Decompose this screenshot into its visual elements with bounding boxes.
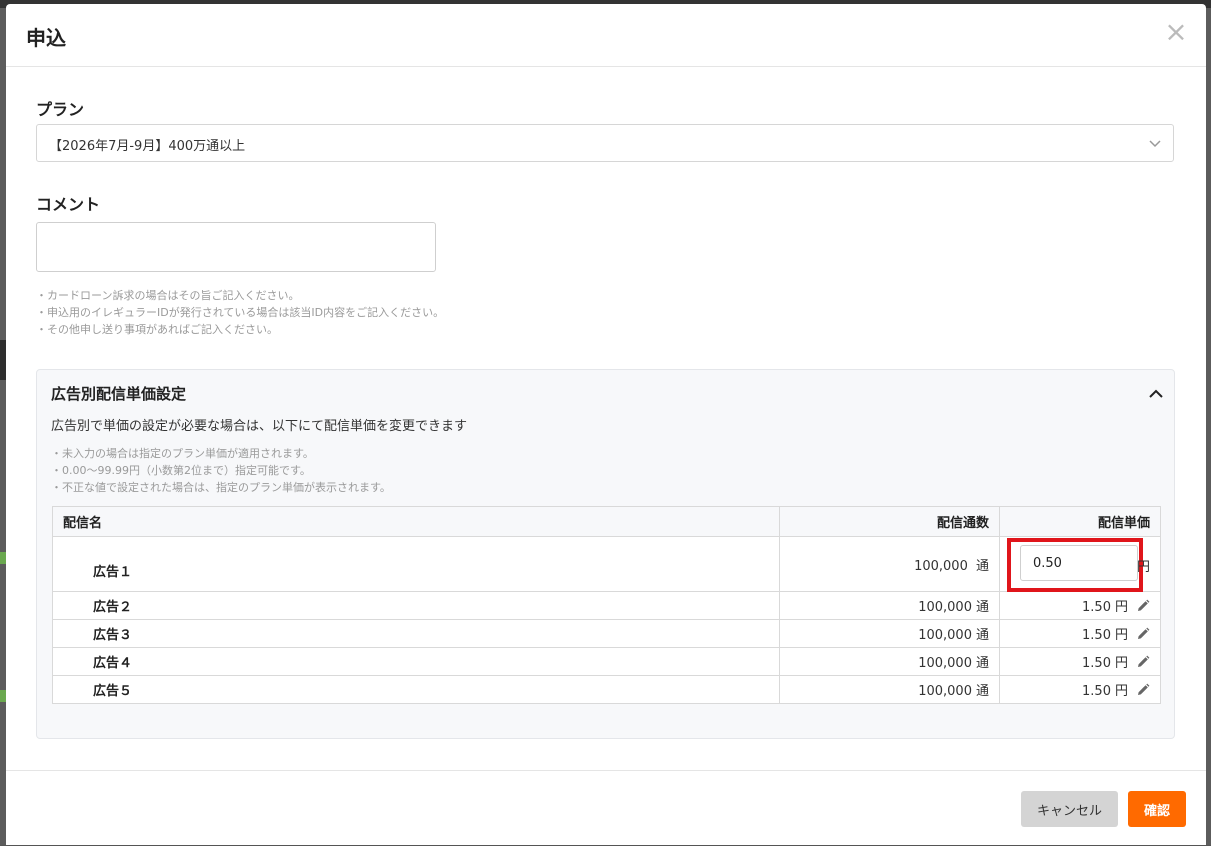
table-row: 広告４ 100,000 通 1.50 円	[52, 647, 1161, 676]
plan-select-value: 【2026年7月-9月】400万通以上	[49, 139, 246, 154]
ad-price: 1.50	[1082, 684, 1111, 699]
table-row: 広告１ 100,000 通 円	[52, 536, 1161, 592]
ad-name-cell: 広告４	[52, 647, 780, 676]
plan-label: プラン	[36, 100, 85, 119]
cancel-button[interactable]: キャンセル	[1021, 791, 1118, 827]
ad-count-unit: 通	[975, 628, 989, 643]
column-header-price: 配信単価	[999, 506, 1161, 537]
ad-price: 1.50	[1082, 656, 1111, 671]
comment-note: ・カードローン訴求の場合はその旨ご記入ください。	[36, 289, 300, 302]
modal-title: 申込	[26, 26, 66, 50]
ad-price-cell: 1.50 円	[999, 591, 1161, 620]
ad-pricing-table: 配信名 配信通数 配信単価 広告１ 100,000 通 0.50 円 広告２ 1…	[52, 506, 1161, 704]
comment-note: ・その他申し送り事項があればご記入ください。	[36, 323, 278, 336]
ad-price-cell: 1.50 円	[999, 675, 1161, 704]
confirm-button[interactable]: 確認	[1128, 791, 1186, 827]
ad-pricing-panel: 広告別配信単価設定 広告別で単価の設定が必要な場合は、以下にて配信単価を変更でき…	[36, 369, 1175, 739]
close-icon[interactable]: ×	[1164, 18, 1188, 46]
ad-price-cell: 1.50 円	[999, 619, 1161, 648]
modal-header: 申込 ×	[6, 4, 1206, 67]
ad-name: 広告１	[63, 553, 387, 583]
ad-name: 広告４	[93, 656, 133, 671]
ad-count-unit: 通	[975, 656, 989, 671]
comment-label: コメント	[36, 195, 101, 214]
ad-price-cell: 1.50 円	[999, 647, 1161, 676]
application-modal: 申込 × プラン 【2026年7月-9月】400万通以上 コメント ・カードロー…	[6, 4, 1206, 845]
pencil-icon[interactable]	[1136, 655, 1150, 669]
ad-pricing-description: 広告別で単価の設定が必要な場合は、以下にて配信単価を変更できます	[51, 419, 468, 434]
ad-price-cell: 円	[999, 536, 1161, 592]
pencil-icon[interactable]	[1136, 683, 1150, 697]
price-unit: 円	[1114, 656, 1128, 671]
ad-name-cell: 広告３	[52, 619, 780, 648]
ad-count-cell: 100,000 通	[779, 675, 1000, 704]
column-header-count: 配信通数	[779, 506, 1000, 537]
ad-name-cell: 広告５	[52, 675, 780, 704]
ad-count: 100,000	[918, 684, 972, 699]
comment-textarea[interactable]	[36, 222, 436, 272]
ad-name-cell: 広告１	[52, 536, 780, 592]
chevron-up-icon[interactable]	[1146, 384, 1166, 404]
ad-pricing-title: 広告別配信単価設定	[51, 385, 187, 403]
price-unit: 円	[1114, 628, 1128, 643]
price-unit: 円	[1136, 560, 1150, 575]
ad-name: 広告３	[93, 628, 133, 643]
ad-count-cell: 100,000 通	[779, 591, 1000, 620]
ad-pricing-notes: ・未入力の場合は指定のプラン単価が適用されます。 ・0.00〜99.99円（小数…	[51, 445, 391, 496]
ad-count-cell: 100,000 通	[779, 536, 1000, 592]
ad-pricing-note: ・0.00〜99.99円（小数第2位まで）指定可能です。	[51, 464, 311, 477]
plan-select[interactable]: 【2026年7月-9月】400万通以上	[36, 124, 1174, 162]
ad-price: 1.50	[1082, 628, 1111, 643]
ad-count: 100,000	[918, 600, 972, 615]
table-header-row: 配信名 配信通数 配信単価	[52, 506, 1161, 537]
ad-name: 広告５	[93, 684, 133, 699]
price-unit: 円	[1114, 684, 1128, 699]
price-unit: 円	[1114, 600, 1128, 615]
price-edit-area: 円	[1007, 537, 1150, 592]
ad-count-cell: 100,000 通	[779, 647, 1000, 676]
table-row: 広告３ 100,000 通 1.50 円	[52, 619, 1161, 648]
pencil-icon[interactable]	[1136, 599, 1150, 613]
table-row: 広告５ 100,000 通 1.50 円	[52, 675, 1161, 704]
ad-count: 100,000	[918, 656, 972, 671]
ad-count: 100,000	[914, 558, 968, 574]
ad-count-unit: 通	[975, 558, 989, 574]
ad-name-cell: 広告２	[52, 591, 780, 620]
ad-count-cell: 100,000 通	[779, 619, 1000, 648]
price-input[interactable]	[1020, 545, 1138, 581]
comment-notes: ・カードローン訴求の場合はその旨ご記入ください。 ・申込用のイレギュラーIDが発…	[36, 287, 444, 338]
pencil-icon[interactable]	[1136, 627, 1150, 641]
ad-count-unit: 通	[975, 600, 989, 615]
table-row: 広告２ 100,000 通 1.50 円	[52, 591, 1161, 620]
ad-pricing-note: ・不正な値で設定された場合は、指定のプラン単価が表示されます。	[51, 481, 391, 494]
ad-price: 1.50	[1082, 600, 1111, 615]
chevron-down-icon	[1149, 140, 1161, 148]
comment-note: ・申込用のイレギュラーIDが発行されている場合は該当ID内容をご記入ください。	[36, 306, 445, 319]
ad-pricing-note: ・未入力の場合は指定のプラン単価が適用されます。	[51, 447, 314, 460]
ad-count: 100,000	[918, 628, 972, 643]
ad-count-unit: 通	[975, 684, 989, 699]
ad-name: 広告２	[93, 600, 133, 615]
column-header-name: 配信名	[52, 506, 780, 537]
modal-footer: キャンセル 確認	[6, 770, 1206, 846]
